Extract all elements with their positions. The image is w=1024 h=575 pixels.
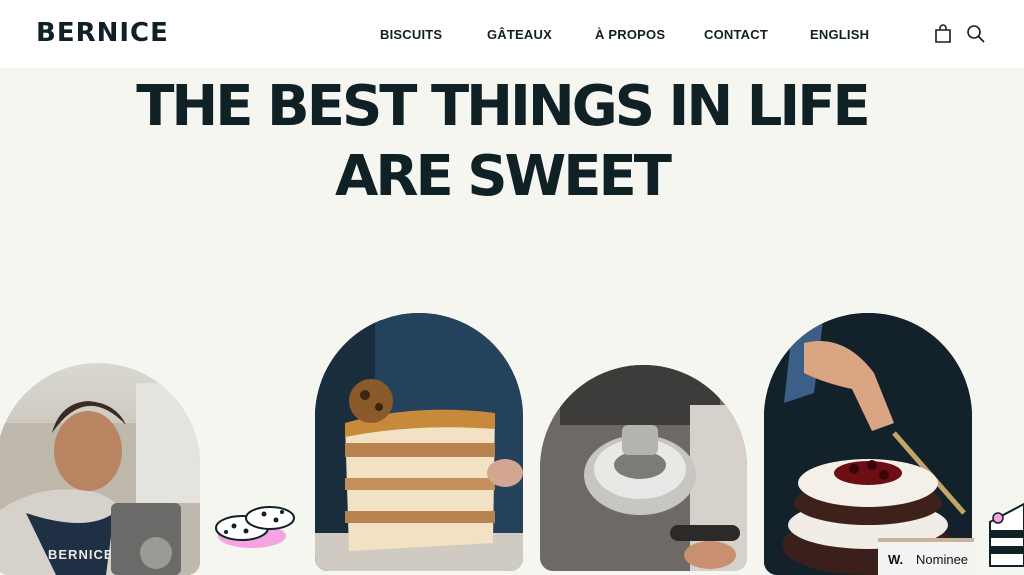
site-header: BERNICE BISCUITS GÂTEAUX À PROPOS CONTAC… — [0, 0, 1024, 68]
cookie-illustration — [215, 506, 295, 548]
nav-gateaux[interactable]: GÂTEAUX — [487, 27, 552, 42]
nav-contact[interactable]: CONTACT — [704, 27, 768, 42]
hero-line-2: ARE SWEET — [334, 144, 672, 209]
baker-photo: BERNICE — [0, 363, 200, 575]
black-forest-cake-photo — [764, 313, 972, 575]
search-icon[interactable] — [966, 24, 986, 44]
apron-logo: BERNICE — [48, 547, 114, 562]
nav-a-propos[interactable]: À PROPOS — [595, 27, 665, 42]
nav-biscuits[interactable]: BISCUITS — [380, 27, 442, 42]
nav-language-english[interactable]: ENGLISH — [810, 27, 869, 42]
hero-headline: THE BEST THINGS IN LIFE ARE SWEET — [0, 72, 1004, 212]
badge-label: Nominee — [916, 552, 969, 567]
espresso-machine-photo — [540, 365, 747, 571]
hero-line-1: THE BEST THINGS IN LIFE — [136, 74, 871, 139]
awards-mark: W. — [888, 552, 904, 567]
awwwards-nominee-badge[interactable]: W. Nominee — [878, 538, 974, 575]
cake-illustration — [989, 502, 1024, 567]
shopping-bag-icon[interactable] — [933, 24, 953, 44]
brand-logo[interactable]: BERNICE — [36, 18, 169, 48]
cake-slice-photo — [315, 313, 523, 571]
